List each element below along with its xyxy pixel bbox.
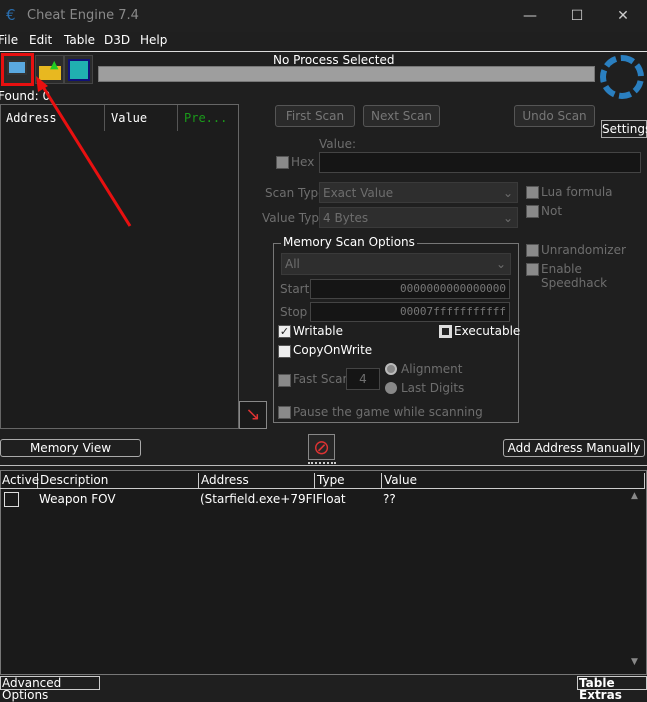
scroll-down-icon[interactable]: ▼ <box>631 657 638 667</box>
col-type[interactable]: Type <box>315 473 382 489</box>
row-value: ?? <box>383 492 396 506</box>
divider <box>0 465 647 466</box>
col-address[interactable]: Address <box>199 473 315 489</box>
row-type: Float <box>316 492 346 506</box>
memory-view-button[interactable]: Memory View <box>0 439 141 457</box>
annotation-arrow-line <box>38 81 132 227</box>
advanced-options-button[interactable]: Advanced Options <box>0 676 100 701</box>
table-row[interactable]: Weapon FOV (Starfield.exe+79FD44 Float ?… <box>0 490 630 508</box>
row-address: (Starfield.exe+79FD44 <box>200 492 315 506</box>
scroll-up-icon[interactable]: ▲ <box>631 491 638 501</box>
add-address-manually-button[interactable]: Add Address Manually <box>503 439 645 457</box>
stop-clear-button[interactable]: ⊘ <box>308 434 335 460</box>
table-extras-button[interactable]: Table Extras <box>577 676 647 701</box>
col-active[interactable]: Active <box>0 473 39 489</box>
col-description[interactable]: Description <box>38 473 199 489</box>
active-checkbox[interactable] <box>4 492 19 507</box>
splitter-handle[interactable] <box>308 462 336 464</box>
row-description: Weapon FOV <box>39 492 116 506</box>
col-value[interactable]: Value <box>382 473 645 489</box>
